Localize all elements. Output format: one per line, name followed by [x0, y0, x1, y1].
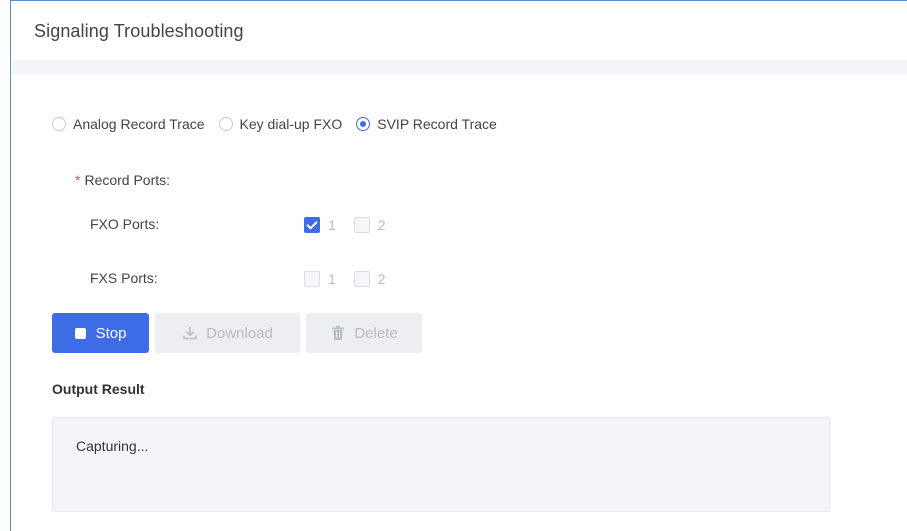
radio-circle-icon[interactable] — [218, 117, 233, 131]
port-number: 2 — [377, 271, 386, 287]
page-title: Signaling Troubleshooting — [34, 21, 244, 41]
radio-label: SVIP Record Trace — [377, 116, 497, 132]
checkbox-icon[interactable] — [353, 217, 370, 233]
stop-button[interactable]: Stop — [52, 313, 149, 353]
radio-circle-icon[interactable] — [52, 117, 66, 131]
checkbox-icon[interactable] — [353, 271, 370, 287]
port-number: 2 — [377, 217, 386, 233]
fxs-port-1-option[interactable]: 1 — [304, 271, 336, 287]
radio-selected-icon[interactable] — [356, 117, 371, 131]
record-ports-label: * Record Ports: — [75, 172, 170, 188]
trash-icon — [332, 325, 345, 340]
port-number: 1 — [328, 217, 336, 233]
fxo-ports-label: FXO Ports: — [90, 216, 160, 232]
fxo-ports-checkbox-group: 1 2 — [304, 217, 404, 233]
download-button[interactable]: Download — [155, 313, 300, 353]
trace-type-radio-group: Analog Record Trace Key dial-up FXO SVIP… — [52, 116, 511, 132]
radio-svip-record-trace[interactable]: SVIP Record Trace — [356, 116, 497, 132]
port-number: 1 — [328, 271, 336, 287]
radio-label: Key dial-up FXO — [239, 116, 343, 132]
checkbox-checked-icon[interactable] — [304, 217, 320, 233]
output-result-box: Capturing... — [52, 417, 830, 512]
download-icon — [183, 327, 197, 340]
fxo-port-1-option[interactable]: 1 — [304, 217, 336, 233]
stop-square-icon — [74, 327, 86, 339]
fxs-ports-checkbox-group: 1 2 — [304, 271, 404, 287]
fxo-port-2-option[interactable]: 2 — [353, 217, 386, 233]
download-button-label: Download — [206, 324, 273, 342]
delete-button-label: Delete — [354, 324, 398, 342]
radio-label: Analog Record Trace — [73, 116, 205, 132]
fxs-ports-label: FXS Ports: — [90, 270, 158, 286]
record-ports-label-text: Record Ports: — [84, 172, 171, 188]
checkbox-icon[interactable] — [304, 271, 320, 287]
content-area: Analog Record Trace Key dial-up FXO SVIP… — [12, 74, 907, 531]
header-divider-band — [12, 60, 907, 74]
output-result-title: Output Result — [52, 381, 145, 397]
required-asterisk: * — [75, 172, 81, 188]
output-result-text: Capturing... — [76, 438, 149, 454]
stop-button-label: Stop — [95, 324, 127, 342]
delete-button[interactable]: Delete — [306, 313, 422, 353]
page-header: Signaling Troubleshooting — [12, 2, 907, 61]
radio-analog-record-trace[interactable]: Analog Record Trace — [52, 116, 205, 132]
panel-frame: Signaling Troubleshooting Analog Record … — [10, 0, 907, 531]
fxs-port-2-option[interactable]: 2 — [353, 271, 386, 287]
radio-key-dialup-fxo[interactable]: Key dial-up FXO — [218, 116, 343, 132]
